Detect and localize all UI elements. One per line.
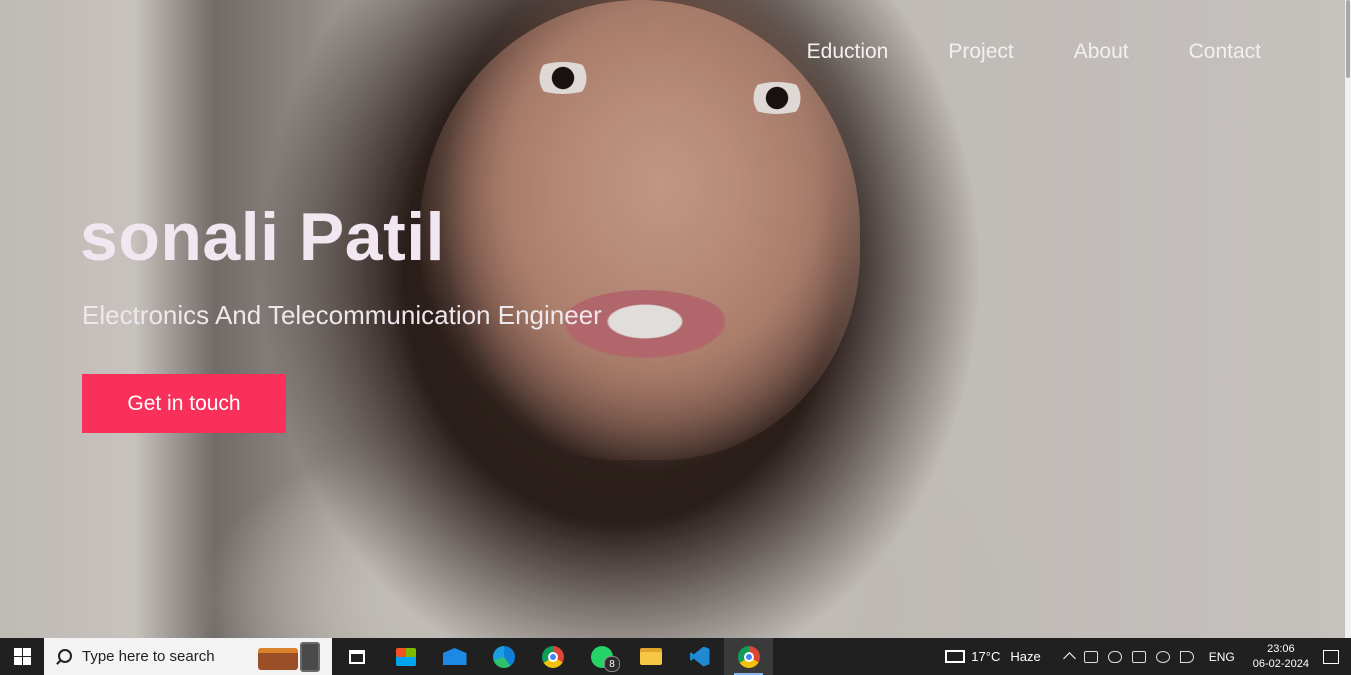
vscode-button[interactable] <box>675 638 724 675</box>
nav-link-about[interactable]: About <box>1074 40 1129 64</box>
browser-viewport: Eduction Project About Contact sonali Pa… <box>0 0 1351 638</box>
start-button[interactable] <box>0 638 44 675</box>
hero-subtitle: Electronics And Telecommunication Engine… <box>82 300 602 330</box>
mail-icon <box>442 648 467 665</box>
clock-time: 23:06 <box>1267 642 1295 655</box>
hero-name: sonali Patil <box>80 199 445 275</box>
nav-link-eduction[interactable]: Eduction <box>807 40 889 64</box>
chrome-active-icon <box>737 645 760 668</box>
nav-link-project[interactable]: Project <box>948 40 1013 64</box>
search-highlight-illustration <box>258 642 324 672</box>
chrome-active-window-button[interactable] <box>724 638 773 675</box>
vscode-icon <box>689 646 710 667</box>
chrome-icon <box>541 645 564 668</box>
weather-widget[interactable]: 17°C Haze <box>940 638 1045 675</box>
weather-temperature: 17°C <box>971 649 1001 664</box>
volume-icon <box>1179 650 1194 663</box>
battery-icon <box>1131 650 1146 663</box>
tray-volume[interactable] <box>1175 638 1199 675</box>
windows-taskbar: Type here to search 8 17°C Haze ENG 23:0… <box>0 638 1351 675</box>
wallet-icon <box>258 648 298 670</box>
clock-date: 06-02-2024 <box>1252 657 1309 670</box>
calculator-icon <box>300 642 320 672</box>
file-explorer-icon <box>639 648 662 665</box>
task-view-button[interactable] <box>332 638 381 675</box>
mail-button[interactable] <box>430 638 479 675</box>
taskbar-clock[interactable]: 23:06 06-02-2024 <box>1245 642 1317 672</box>
weather-icon <box>945 650 966 663</box>
edge-button[interactable] <box>479 638 528 675</box>
taskbar-search-box[interactable]: Type here to search <box>44 638 332 675</box>
input-language-indicator[interactable]: ENG <box>1199 638 1245 675</box>
tray-network[interactable] <box>1151 638 1175 675</box>
edge-icon <box>492 645 515 668</box>
get-in-touch-button[interactable]: Get in touch <box>82 374 286 433</box>
search-icon <box>54 648 72 666</box>
notification-center-icon[interactable] <box>1323 649 1339 664</box>
microsoft-store-button[interactable] <box>381 638 430 675</box>
taskbar-pinned-apps: 8 <box>332 638 773 675</box>
windows-logo-icon <box>13 648 31 665</box>
tray-meet-now[interactable] <box>1079 638 1103 675</box>
scrollbar-thumb[interactable] <box>1346 0 1350 78</box>
search-placeholder: Type here to search <box>82 648 215 665</box>
nav-link-contact[interactable]: Contact <box>1189 40 1261 64</box>
whatsapp-notification-badge: 8 <box>604 656 620 672</box>
show-hidden-icons-button[interactable] <box>1060 638 1079 675</box>
weather-description: Haze <box>1010 649 1041 664</box>
whatsapp-button[interactable]: 8 <box>577 638 626 675</box>
microsoft-store-icon <box>395 647 416 666</box>
top-navigation: Eduction Project About Contact <box>807 40 1261 64</box>
page-scrollbar[interactable] <box>1345 0 1351 638</box>
chevron-up-icon <box>1062 652 1076 665</box>
system-tray: 17°C Haze ENG 23:06 06-02-2024 <box>940 638 1351 675</box>
onedrive-icon <box>1107 650 1122 663</box>
file-explorer-button[interactable] <box>626 638 675 675</box>
task-view-icon <box>348 649 365 664</box>
tray-battery[interactable] <box>1127 638 1151 675</box>
chrome-button[interactable] <box>528 638 577 675</box>
network-globe-icon <box>1155 650 1170 663</box>
tray-onedrive[interactable] <box>1103 638 1127 675</box>
meet-now-icon <box>1083 650 1098 663</box>
